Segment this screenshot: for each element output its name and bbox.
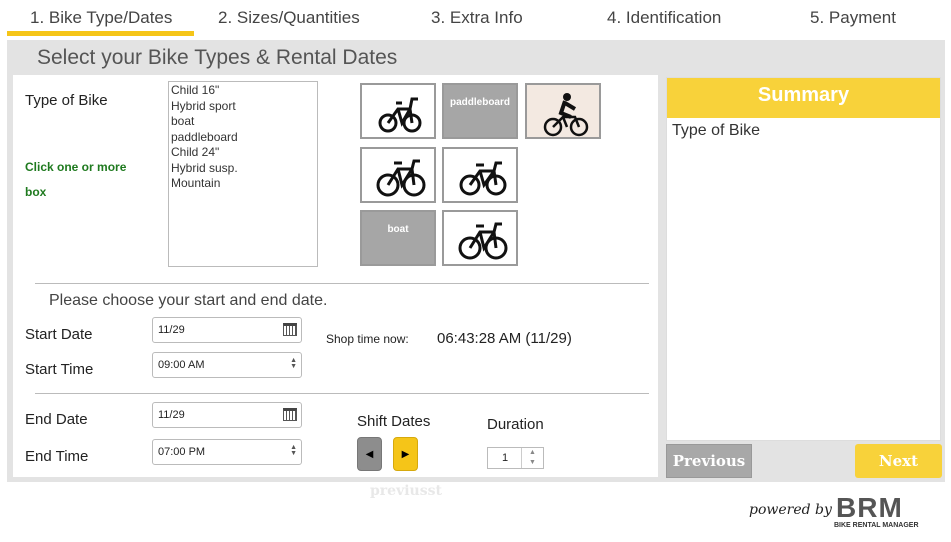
- bike-type-listbox[interactable]: Child 16" Hybrid sport boat paddleboard …: [168, 81, 318, 267]
- bike-thumb-hybrid-sport[interactable]: [360, 147, 436, 203]
- list-item[interactable]: Child 24": [171, 145, 315, 161]
- kids-bike-icon: [378, 97, 422, 133]
- summary-panel: Summary Type of Bike: [666, 77, 941, 441]
- start-date-label: Start Date: [25, 326, 93, 343]
- bike-thumb-boat[interactable]: boat: [360, 210, 436, 266]
- list-item[interactable]: Mountain: [171, 176, 315, 192]
- calendar-icon[interactable]: [283, 408, 297, 421]
- list-item[interactable]: Hybrid susp.: [171, 161, 315, 177]
- list-item[interactable]: boat: [171, 114, 315, 130]
- brm-logo[interactable]: BRM BIKE RENTAL MANAGER: [834, 492, 926, 534]
- previous-button[interactable]: Previous: [666, 444, 752, 478]
- end-date-label: End Date: [25, 411, 88, 428]
- shop-time-value: 06:43:28 AM (11/29): [437, 330, 572, 347]
- end-time-label: End Time: [25, 448, 89, 465]
- select-hint: Click one or more box: [25, 160, 127, 199]
- tab-extra-info[interactable]: 3. Extra Info: [431, 8, 523, 28]
- bike-icon: [459, 161, 507, 196]
- start-time-value: 09:00 AM: [158, 359, 205, 371]
- bike-icon: [376, 159, 426, 197]
- tab-payment[interactable]: 5. Payment: [810, 8, 896, 28]
- bike-thumb-hybrid-susp[interactable]: [442, 210, 518, 266]
- end-date-input[interactable]: 11/29: [152, 402, 302, 428]
- active-tab-indicator: [7, 31, 194, 36]
- calendar-icon[interactable]: [283, 323, 297, 336]
- start-time-select[interactable]: 09:00 AM ▲ ▼: [152, 352, 302, 378]
- select-arrows-icon: ▲ ▼: [290, 444, 297, 457]
- start-date-input[interactable]: 11/29: [152, 317, 302, 343]
- summary-type-label: Type of Bike: [672, 122, 761, 139]
- bike-thumb-child24[interactable]: [442, 147, 518, 203]
- arrow-right-icon: ▶: [401, 449, 410, 460]
- logo-subtitle: BIKE RENTAL MANAGER: [834, 522, 919, 529]
- divider: [35, 283, 649, 284]
- tab-bike-type-dates[interactable]: 1. Bike Type/Dates: [30, 8, 172, 28]
- thumb-label: boat: [387, 224, 409, 235]
- list-item[interactable]: paddleboard: [171, 130, 315, 146]
- booking-form: Type of Bike Click one or more box Child…: [13, 75, 658, 477]
- rider-icon: [543, 93, 589, 137]
- duration-label: Duration: [487, 416, 544, 433]
- type-of-bike-label: Type of Bike: [25, 92, 108, 109]
- main-panel: Select your Bike Types & Rental Dates Ty…: [7, 40, 945, 482]
- shift-dates-forward-button[interactable]: ▶: [393, 437, 418, 471]
- logo-letters: BRM: [836, 492, 903, 523]
- duration-stepper[interactable]: 1 ▲ ▼: [487, 447, 544, 469]
- ghost-nav-text: previusst: [370, 483, 442, 499]
- wizard-tabs: 1. Bike Type/Dates 2. Sizes/Quantities 3…: [0, 0, 951, 36]
- shift-dates-label: Shift Dates: [357, 413, 431, 430]
- tab-sizes-quantities[interactable]: 2. Sizes/Quantities: [218, 8, 360, 28]
- start-date-value: 11/29: [158, 324, 185, 336]
- bike-icon: [458, 222, 508, 260]
- bike-thumb-child16[interactable]: [360, 83, 436, 139]
- arrow-left-icon: ◀: [365, 449, 374, 460]
- list-item[interactable]: Child 16": [171, 83, 315, 99]
- tab-identification[interactable]: 4. Identification: [607, 8, 721, 28]
- start-time-label: Start Time: [25, 361, 94, 378]
- bike-thumb-mountain[interactable]: [525, 83, 601, 139]
- end-time-select[interactable]: 07:00 PM ▲ ▼: [152, 439, 302, 465]
- bike-thumb-paddleboard[interactable]: paddleboard: [442, 83, 518, 139]
- duration-value: 1: [502, 452, 509, 464]
- select-arrows-icon: ▲ ▼: [290, 357, 297, 370]
- shift-dates-back-button[interactable]: ◀: [357, 437, 382, 471]
- list-item[interactable]: Hybrid sport: [171, 99, 315, 115]
- shop-time-label: Shop time now:: [326, 332, 409, 346]
- powered-by-text: powered by: [749, 502, 832, 518]
- page-title: Select your Bike Types & Rental Dates: [37, 46, 398, 69]
- date-prompt: Please choose your start and end date.: [49, 292, 328, 309]
- thumb-label: paddleboard: [449, 97, 510, 108]
- spinner-arrows-icon[interactable]: ▲ ▼: [521, 448, 543, 468]
- summary-title: Summary: [667, 78, 940, 118]
- divider: [35, 393, 649, 394]
- end-time-value: 07:00 PM: [158, 446, 206, 458]
- end-date-value: 11/29: [158, 409, 185, 421]
- next-button[interactable]: Next: [855, 444, 942, 478]
